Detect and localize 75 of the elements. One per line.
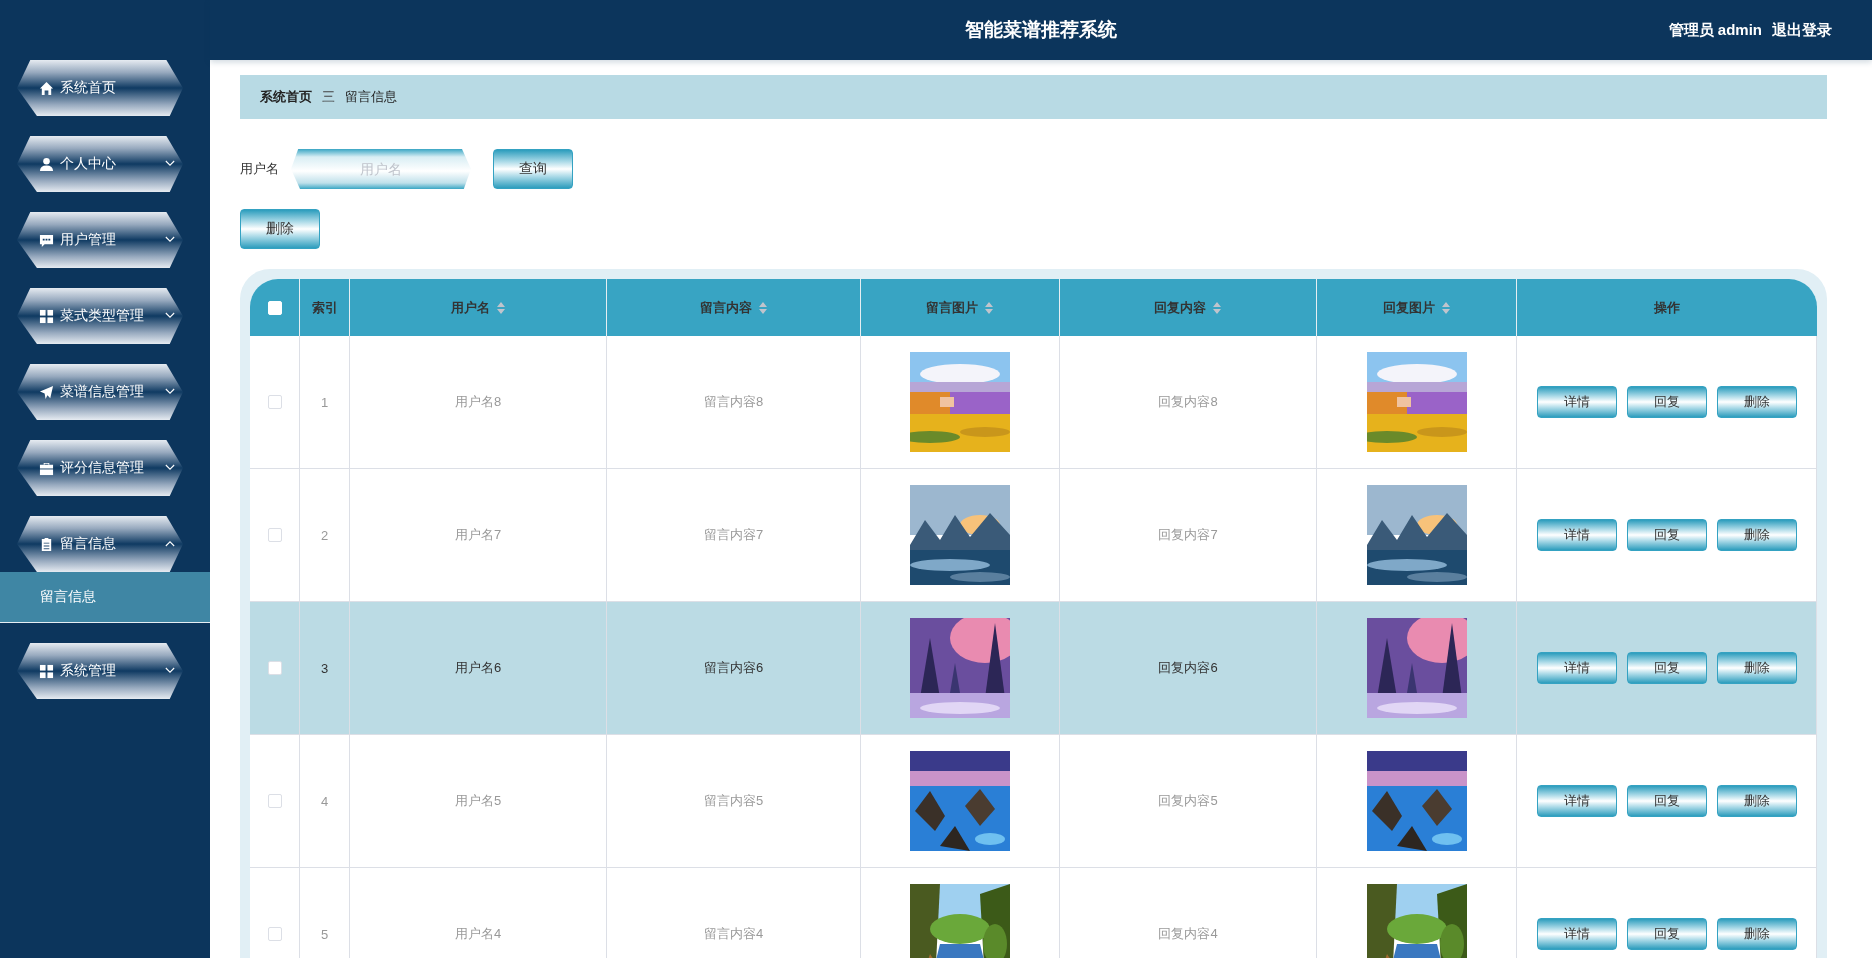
row-checkbox[interactable] bbox=[267, 661, 282, 675]
table-row[interactable]: 3 用户名6 留言内容6 回复内容6 详情 回复 删除 bbox=[250, 602, 1817, 735]
column-header: 回复图片 bbox=[1382, 298, 1435, 317]
table-cell: 留言内容5 bbox=[703, 792, 764, 810]
table-cell: 回复内容5 bbox=[1158, 792, 1218, 810]
detail-button[interactable]: 详情 bbox=[1536, 519, 1617, 551]
table-cell: 留言内容4 bbox=[703, 925, 764, 943]
grid-icon bbox=[39, 663, 54, 679]
app-title: 智能菜谱推荐系统 bbox=[965, 18, 1117, 42]
sort-icon[interactable] bbox=[984, 300, 994, 315]
row-checkbox[interactable] bbox=[267, 528, 282, 542]
delete-button[interactable]: 删除 bbox=[1716, 652, 1797, 684]
detail-button[interactable]: 详情 bbox=[1536, 386, 1617, 418]
sort-icon[interactable] bbox=[757, 300, 768, 315]
table-cell: 留言内容6 bbox=[703, 659, 764, 677]
sort-icon[interactable] bbox=[1212, 300, 1222, 315]
grid-icon bbox=[39, 308, 54, 324]
submenu-item[interactable]: 留言信息 bbox=[0, 572, 210, 622]
column-header: 用户名 bbox=[450, 298, 490, 317]
clipboard-icon bbox=[39, 536, 54, 552]
column-header: 回复内容 bbox=[1154, 298, 1206, 317]
table-row[interactable]: 1 用户名8 留言内容8 回复内容8 详情 回复 删除 bbox=[250, 336, 1817, 469]
table-cell: 2 bbox=[320, 527, 329, 543]
table-cell: 留言内容7 bbox=[703, 526, 764, 544]
table-cell: 5 bbox=[320, 926, 329, 942]
breadcrumb-link[interactable]: 系统首页 bbox=[260, 88, 312, 106]
delete-button[interactable]: 删除 bbox=[1716, 785, 1797, 817]
select-all-checkbox[interactable] bbox=[267, 300, 282, 315]
detail-button[interactable]: 详情 bbox=[1536, 785, 1617, 817]
chat-icon bbox=[39, 232, 54, 248]
table-cell: 用户名5 bbox=[454, 792, 502, 810]
table-cell: 回复内容4 bbox=[1158, 925, 1218, 943]
row-checkbox[interactable] bbox=[267, 927, 282, 941]
briefcase-icon bbox=[39, 460, 54, 476]
column-header: 留言图片 bbox=[926, 298, 978, 317]
row-checkbox[interactable] bbox=[267, 395, 282, 409]
table-row[interactable]: 2 用户名7 留言内容7 回复内容7 详情 回复 删除 bbox=[250, 469, 1817, 602]
home-icon bbox=[39, 80, 54, 96]
column-header: 留言内容 bbox=[699, 298, 752, 317]
delete-button[interactable]: 删除 bbox=[1716, 519, 1797, 551]
breadcrumb-link[interactable]: 留言信息 bbox=[345, 88, 397, 106]
delete-button[interactable]: 删除 bbox=[1716, 386, 1797, 418]
reply-button[interactable]: 回复 bbox=[1626, 652, 1707, 684]
column-header: 索引 bbox=[311, 298, 338, 317]
sort-icon[interactable] bbox=[1440, 300, 1451, 315]
search-label: 用户名 bbox=[240, 160, 279, 178]
reply-button[interactable]: 回复 bbox=[1626, 785, 1707, 817]
detail-button[interactable]: 详情 bbox=[1536, 652, 1617, 684]
detail-button[interactable]: 详情 bbox=[1536, 918, 1617, 950]
reply-button[interactable]: 回复 bbox=[1626, 918, 1707, 950]
delete-button[interactable]: 删除 bbox=[240, 209, 320, 249]
table-cell: 4 bbox=[320, 793, 329, 809]
user-label: 管理员 admin bbox=[1668, 20, 1762, 40]
row-checkbox[interactable] bbox=[267, 794, 282, 808]
table-cell: 用户名8 bbox=[454, 393, 502, 411]
column-header: 操作 bbox=[1654, 298, 1680, 317]
reply-button[interactable]: 回复 bbox=[1626, 519, 1707, 551]
table-cell: 留言内容8 bbox=[703, 393, 764, 411]
table-cell: 回复内容6 bbox=[1158, 659, 1218, 677]
reply-button[interactable]: 回复 bbox=[1626, 386, 1707, 418]
logout-link[interactable]: 退出登录 bbox=[1772, 20, 1832, 40]
table-cell: 3 bbox=[320, 660, 329, 676]
delete-button[interactable]: 删除 bbox=[1716, 918, 1797, 950]
breadcrumb-separator: 三 bbox=[322, 88, 335, 106]
table-cell: 回复内容8 bbox=[1158, 393, 1218, 411]
user-icon bbox=[39, 156, 54, 172]
paper-plane-icon bbox=[39, 384, 54, 400]
table-cell: 用户名7 bbox=[454, 526, 502, 544]
sort-icon[interactable] bbox=[495, 300, 506, 315]
table-row[interactable]: 4 用户名5 留言内容5 回复内容5 详情 回复 删除 bbox=[250, 735, 1817, 868]
table-cell: 1 bbox=[320, 394, 329, 410]
search-button[interactable]: 查询 bbox=[493, 149, 573, 189]
table-cell: 用户名6 bbox=[454, 659, 502, 677]
table-cell: 用户名4 bbox=[454, 925, 502, 943]
table-cell: 回复内容7 bbox=[1158, 526, 1218, 544]
